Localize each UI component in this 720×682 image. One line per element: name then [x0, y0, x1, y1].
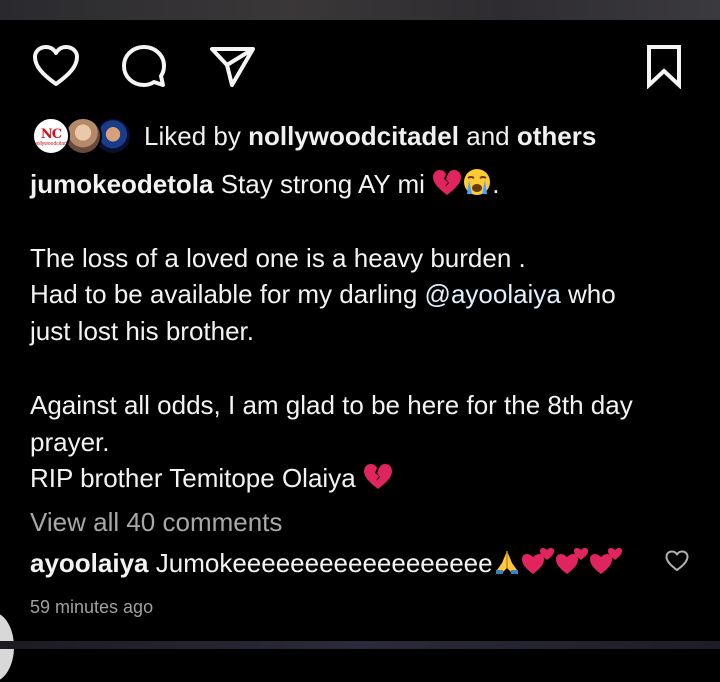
like-button[interactable]	[28, 38, 84, 94]
caption-line1: Stay strong AY mi	[213, 169, 433, 199]
caption-username[interactable]: jumokeodetola	[30, 169, 213, 199]
post-action-bar	[0, 38, 720, 94]
comment-body: Jumokeeeeeeeeeeeeeeeeee	[148, 548, 493, 578]
heart-outline-icon	[33, 45, 79, 86]
post-timestamp: 59 minutes ago	[30, 597, 154, 617]
comment-row: ayoolaiya Jumokeeeeeeeeeeeeeeeeee	[30, 546, 700, 586]
comment-bubble-icon	[122, 45, 166, 87]
share-button[interactable]	[204, 38, 260, 94]
caption-para3-line2: prayer.	[30, 426, 110, 457]
caption-line1-end: .	[492, 169, 500, 199]
bookmark-icon	[647, 45, 681, 89]
comment-like-button[interactable]	[662, 546, 692, 576]
heart-outline-icon	[665, 550, 689, 571]
mention-link[interactable]: @ayoolaiya	[425, 279, 561, 309]
caption-para2-line1: The loss of a loved one is a heavy burde…	[30, 242, 526, 273]
paper-plane-icon	[210, 47, 255, 87]
liker-avatars: NC nollywoodcitadel	[30, 116, 132, 156]
liked-by-user-link[interactable]: nollywoodcitadel	[248, 121, 459, 151]
two-hearts-icon	[555, 548, 588, 574]
liked-by-row[interactable]: NC nollywoodcitadel Liked by nollywoodci…	[30, 115, 596, 157]
two-hearts-icon	[521, 548, 554, 574]
liked-by-text: Liked by nollywoodcitadel and others	[144, 121, 596, 152]
liked-by-others-link[interactable]: others	[517, 121, 596, 151]
folded-hands-icon	[495, 551, 518, 574]
caption-para2-line3: just lost his brother.	[30, 316, 254, 347]
avatar-logo-sub: nollywoodcitadel	[34, 141, 70, 147]
comment-username[interactable]: ayoolaiya	[30, 548, 149, 578]
caption-para3-line3: RIP brother Temitope Olaiya	[30, 463, 363, 494]
broken-heart-icon	[433, 170, 462, 195]
crying-face-icon	[464, 169, 491, 195]
bottom-image-edge	[0, 641, 720, 649]
avatar-logo-text: NC	[40, 127, 62, 142]
top-image-edge	[0, 0, 720, 20]
comment-text: ayoolaiya Jumokeeeeeeeeeeeeeeeeee	[30, 546, 700, 579]
broken-heart-icon	[363, 464, 392, 490]
save-button[interactable]	[636, 38, 692, 94]
caption-para2-line2-prefix: Had to be available for my darling	[30, 279, 425, 310]
post-caption: jumokeodetola Stay strong AY mi . The lo…	[30, 166, 700, 497]
two-hearts-icon	[589, 548, 622, 574]
caption-para2-line2-suffix: who	[560, 279, 616, 310]
liked-by-conjunction: and	[466, 120, 510, 151]
liked-by-prefix: Liked by	[144, 120, 241, 151]
avatar: NC nollywoodcitadel	[32, 117, 70, 155]
view-all-comments-link[interactable]: View all 40 comments	[30, 507, 282, 538]
comment-button[interactable]	[116, 38, 172, 94]
caption-para3-line1: Against all odds, I am glad to be here f…	[30, 389, 633, 420]
